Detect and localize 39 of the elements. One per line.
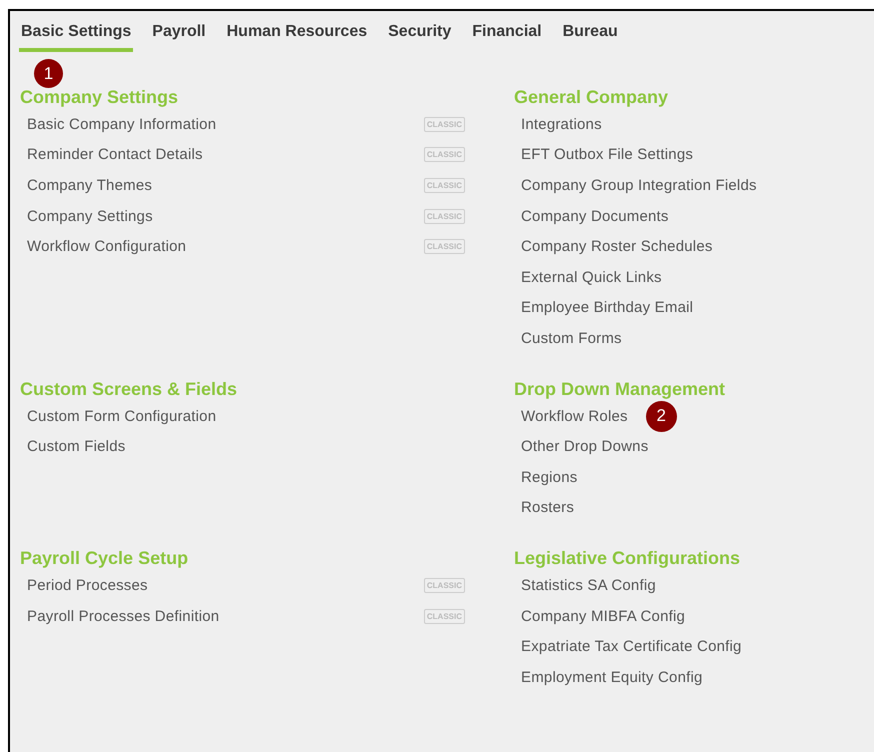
tab[interactable]: Payroll <box>150 23 208 52</box>
section-heading: Legislative Configurations <box>514 547 742 570</box>
settings-link[interactable]: Statistics SA Config <box>521 576 656 594</box>
settings-link[interactable]: Company Settings <box>27 208 153 225</box>
settings-link[interactable]: Period Processes <box>27 576 148 594</box>
settings-link[interactable]: Integrations <box>521 116 602 133</box>
settings-link[interactable]: External Quick Links <box>521 268 662 286</box>
settings-link[interactable]: Reminder Contact Details <box>27 146 203 164</box>
section-heading: Custom Screens & Fields <box>20 378 238 401</box>
settings-link[interactable]: Workflow Roles <box>521 408 628 425</box>
tab[interactable]: Security <box>386 23 454 52</box>
settings-link[interactable]: Company Documents <box>521 208 669 225</box>
settings-link[interactable]: Payroll Processes Definition <box>27 608 220 625</box>
tab[interactable]: Bureau <box>560 23 620 52</box>
settings-link[interactable]: Custom Forms <box>521 330 622 347</box>
section-heading: Drop Down Management <box>514 378 726 401</box>
settings-link[interactable]: Other Drop Downs <box>521 438 648 456</box>
settings-link[interactable]: Employment Equity Config <box>521 668 703 686</box>
section-heading: Payroll Cycle Setup <box>20 547 190 570</box>
settings-link[interactable]: Company Group Integration Fields <box>521 176 757 194</box>
settings-link[interactable]: Basic Company Information <box>27 116 216 133</box>
settings-link[interactable]: Company Themes <box>27 176 152 194</box>
settings-link[interactable]: Regions <box>521 468 578 486</box>
settings-link[interactable]: Company Roster Schedules <box>521 238 713 256</box>
settings-link[interactable]: Employee Birthday Email <box>521 299 694 316</box>
step-marker: 1 <box>34 59 63 88</box>
settings-link[interactable]: Custom Fields <box>27 438 126 456</box>
settings-link[interactable]: Company MIBFA Config <box>521 608 686 625</box>
section-heading: Company Settings <box>20 86 180 109</box>
tab[interactable]: Human Resources <box>224 23 370 52</box>
settings-link[interactable]: Custom Form Configuration <box>27 408 216 425</box>
settings-link[interactable]: Expatriate Tax Certificate Config <box>521 638 742 656</box>
settings-link[interactable]: Workflow Configuration <box>27 238 186 256</box>
tab[interactable]: Financial <box>470 23 544 52</box>
settings-link[interactable]: EFT Outbox File Settings <box>521 146 694 164</box>
settings-link[interactable]: Rosters <box>521 499 574 516</box>
tab[interactable]: Basic Settings <box>19 23 134 52</box>
section-heading: General Company <box>514 86 670 109</box>
step-marker: 2 <box>646 400 677 432</box>
